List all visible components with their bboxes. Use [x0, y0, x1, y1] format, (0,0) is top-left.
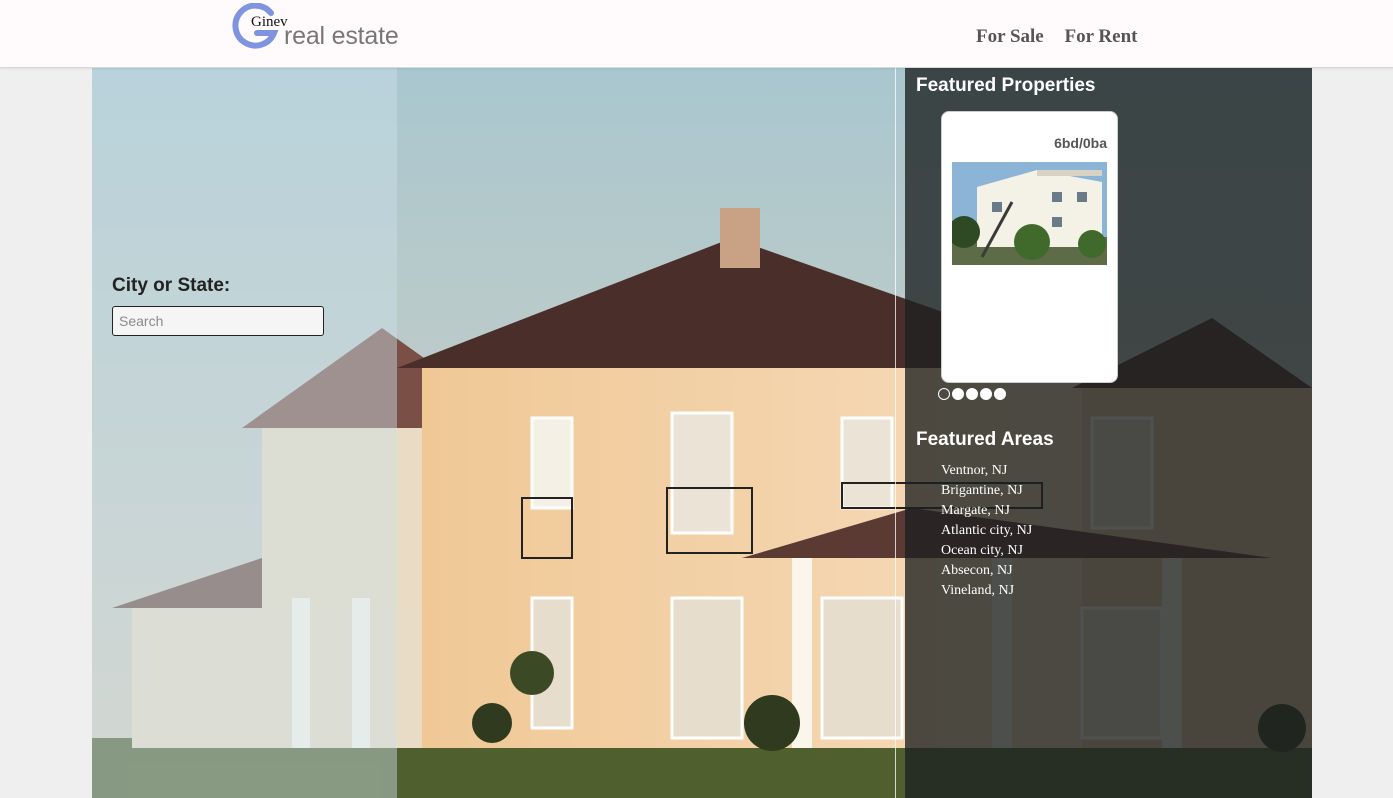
area-link-atlantic-city[interactable]: Atlantic city, NJ	[941, 521, 1032, 541]
carousel-dot-5[interactable]	[994, 388, 1006, 400]
area-link-absecon[interactable]: Absecon, NJ	[941, 561, 1032, 581]
carousel-dot-2[interactable]	[952, 388, 964, 400]
area-link-vineland[interactable]: Vineland, NJ	[941, 581, 1032, 601]
area-link-ventnor[interactable]: Ventnor, NJ	[941, 461, 1032, 481]
nav-for-rent-link[interactable]: For Rent	[1064, 26, 1137, 47]
area-link-margate[interactable]: Margate, NJ	[941, 501, 1032, 521]
carousel-dot-3[interactable]	[966, 388, 978, 400]
area-link-ocean-city[interactable]: Ocean city, NJ	[941, 541, 1032, 561]
hero-background	[92, 68, 1312, 798]
area-link-brigantine[interactable]: Brigantine, NJ	[941, 481, 1032, 501]
featured-properties-title: Featured Properties	[916, 75, 1096, 96]
property-photo[interactable]	[952, 162, 1107, 265]
left-overlay	[92, 68, 397, 798]
logo-name: Ginev	[251, 14, 288, 30]
featured-areas-list: Ventnor, NJ Brigantine, NJ Margate, NJ A…	[941, 461, 1032, 601]
search-label: City or State:	[112, 275, 231, 296]
site-logo[interactable]: Ginev real estate	[231, 3, 401, 53]
carousel-dot-1[interactable]	[938, 388, 950, 400]
nav-for-sale-link[interactable]: For Sale	[976, 26, 1044, 47]
carousel-dots	[938, 388, 1006, 400]
property-photo-image	[952, 162, 1107, 265]
search-input[interactable]	[112, 306, 324, 336]
carousel-dot-4[interactable]	[980, 388, 992, 400]
property-rooms: 6bd/0ba	[1054, 135, 1107, 151]
featured-areas-title: Featured Areas	[916, 429, 1054, 450]
main-nav: For Sale For Rent	[976, 26, 1153, 48]
logo-tagline: real estate	[284, 22, 399, 50]
site-header: Ginev real estate For Sale For Rent	[0, 0, 1393, 68]
property-card[interactable]: 6bd/0ba	[941, 111, 1118, 383]
divider-line	[895, 68, 896, 798]
